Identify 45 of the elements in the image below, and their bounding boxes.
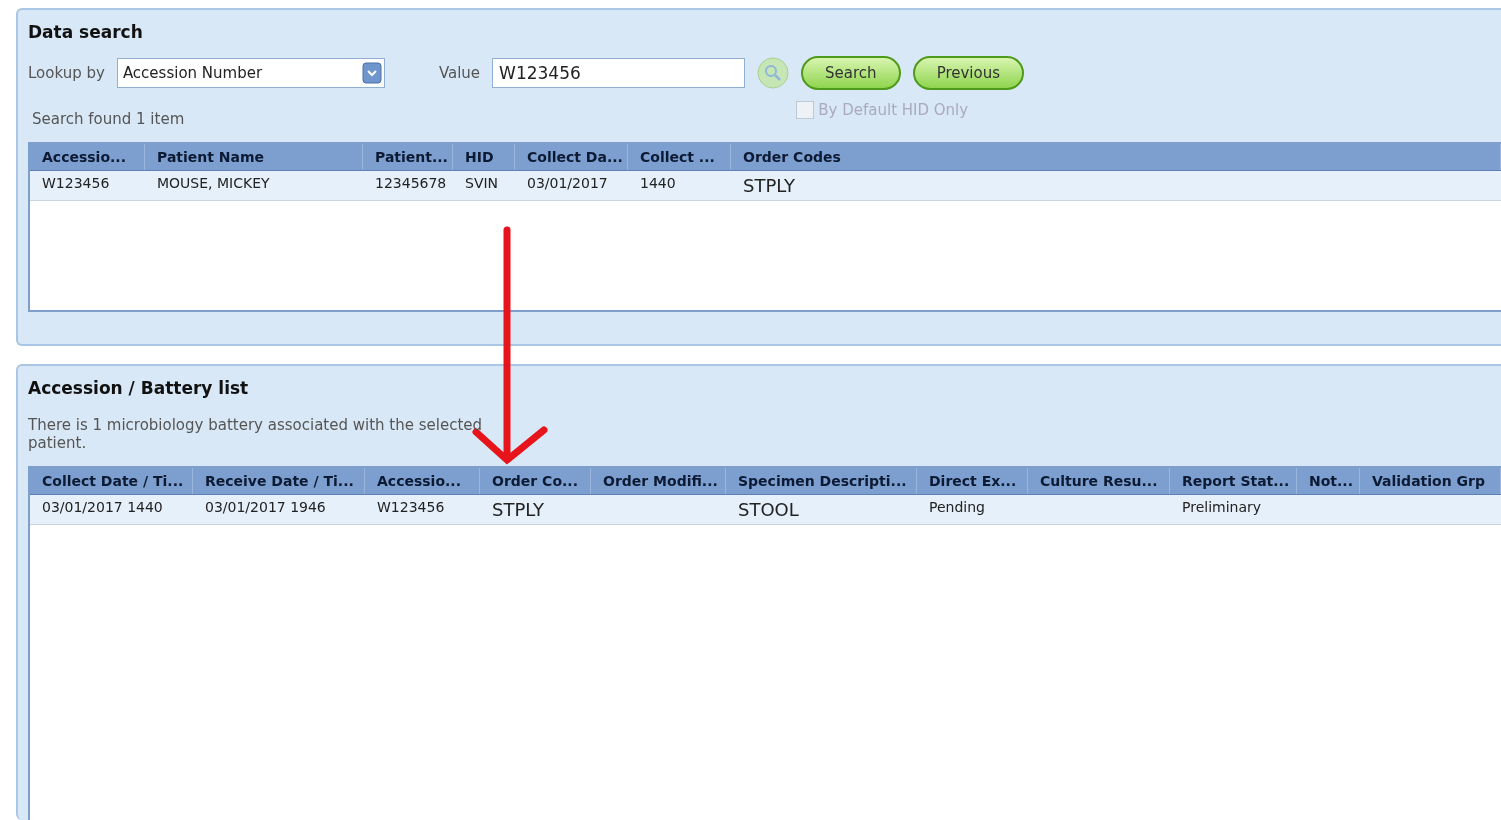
column-header[interactable]: Collect Date / Ti... (30, 468, 193, 494)
column-header[interactable]: Patient... (363, 144, 453, 170)
result-count: Search found 1 item (32, 110, 185, 128)
table-cell-text: 12345678 (374, 174, 448, 193)
table-cell-text: W123456 (41, 174, 111, 193)
table-cell-text: Pending (928, 498, 986, 517)
previous-button[interactable]: Previous (912, 56, 1025, 90)
column-header[interactable]: Order Codes (731, 144, 1501, 170)
panel-title: Data search (28, 22, 144, 42)
column-header[interactable]: Validation Grp (1360, 468, 1501, 494)
column-header[interactable]: Order Co... (480, 468, 591, 494)
column-header[interactable]: Direct Ex... (917, 468, 1028, 494)
field-label: Value (438, 64, 481, 82)
column-header[interactable]: Receive Date / Ti... (193, 468, 365, 494)
column-header[interactable]: HID (453, 144, 515, 170)
table-cell-text: 03/01/2017 1946 (204, 498, 327, 517)
column-header[interactable]: Patient Name (145, 144, 363, 170)
table-cell-text: STPLY (742, 174, 796, 198)
value-input[interactable]: W123456 (492, 58, 746, 88)
table-cell-text: STOOL (737, 498, 800, 522)
search-icon[interactable] (757, 57, 790, 89)
column-header[interactable]: Specimen Descripti... (726, 468, 917, 494)
field-label: Lookup by (28, 64, 105, 82)
column-header[interactable]: Collect Da... (515, 144, 628, 170)
table-cell-text: 03/01/2017 1440 (41, 498, 164, 517)
table-cell-text: MOUSE, MICKEY (156, 174, 271, 193)
search-button[interactable]: Search (801, 56, 901, 90)
column-header[interactable]: Collect ... (628, 144, 731, 170)
table-row[interactable]: W123456 MOUSE, MICKEY 12345678 SVIN 03/01/2017 1440 STPLY (30, 171, 1501, 201)
lookup-dropdown[interactable]: Accession Number (116, 58, 385, 88)
column-header[interactable]: Report Stat... (1170, 468, 1297, 494)
table-cell-text: STPLY (491, 498, 545, 522)
table-cell-text: W123456 (376, 498, 446, 517)
table-row[interactable]: 03/01/2017 1440 03/01/2017 1946 W123456 STPLY STOOL Pending Preliminary (30, 495, 1501, 525)
panel-title: Accession / Battery list (28, 378, 250, 398)
table-cell-text: 1440 (639, 174, 677, 193)
column-header[interactable]: Not... (1297, 468, 1360, 494)
column-header[interactable]: Culture Resu... (1028, 468, 1170, 494)
column-header[interactable]: Order Modifi... (591, 468, 726, 494)
column-header[interactable]: Accessio... (365, 468, 480, 494)
table-cell-text: Preliminary (1181, 498, 1263, 517)
table-cell-text: SVIN (464, 174, 500, 193)
battery-message: There is 1 microbiology battery associated with the selected patient. (28, 416, 484, 452)
column-header[interactable]: Accessio... (30, 144, 145, 170)
table-cell-text: 03/01/2017 (526, 174, 609, 193)
